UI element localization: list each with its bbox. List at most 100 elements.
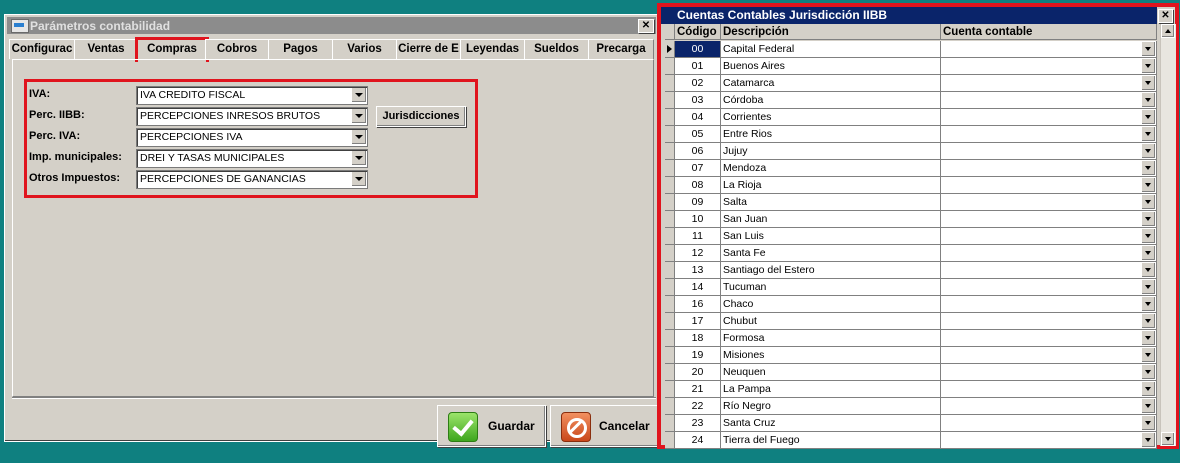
- chevron-down-icon[interactable]: [1141, 297, 1155, 311]
- cell-descripcion[interactable]: Salta: [721, 194, 941, 211]
- table-row[interactable]: 14 Tucuman: [665, 279, 1157, 296]
- cell-descripcion[interactable]: Mendoza: [721, 160, 941, 177]
- perc-iva-select[interactable]: PERCEPCIONES IVA: [136, 128, 368, 147]
- chevron-down-icon[interactable]: [351, 130, 366, 144]
- tab-ventas[interactable]: Ventas: [74, 39, 138, 59]
- cell-cuenta-select[interactable]: [941, 177, 1157, 194]
- cell-cuenta-select[interactable]: [941, 41, 1157, 58]
- cell-descripcion[interactable]: Tierra del Fuego: [721, 432, 941, 449]
- cell-codigo[interactable]: 06: [675, 143, 721, 160]
- cell-descripcion[interactable]: Jujuy: [721, 143, 941, 160]
- cell-cuenta-select[interactable]: [941, 262, 1157, 279]
- chevron-down-icon[interactable]: [1141, 382, 1155, 396]
- cell-codigo[interactable]: 20: [675, 364, 721, 381]
- cell-codigo[interactable]: 08: [675, 177, 721, 194]
- chevron-down-icon[interactable]: [1141, 42, 1155, 56]
- tab-leyendas[interactable]: Leyendas: [460, 39, 525, 59]
- cell-cuenta-select[interactable]: [941, 228, 1157, 245]
- chevron-down-icon[interactable]: [1141, 178, 1155, 192]
- row-selector[interactable]: [665, 109, 675, 126]
- cell-cuenta-select[interactable]: [941, 364, 1157, 381]
- table-row[interactable]: 09 Salta: [665, 194, 1157, 211]
- cell-cuenta-select[interactable]: [941, 330, 1157, 347]
- grid-window-titlebar[interactable]: Cuentas Contables Jurisdicción IIBB: [661, 7, 1157, 24]
- cell-cuenta-select[interactable]: [941, 92, 1157, 109]
- cell-codigo[interactable]: 23: [675, 415, 721, 432]
- chevron-down-icon[interactable]: [1141, 110, 1155, 124]
- cell-cuenta-select[interactable]: [941, 160, 1157, 177]
- cell-codigo[interactable]: 07: [675, 160, 721, 177]
- cell-codigo[interactable]: 22: [675, 398, 721, 415]
- chevron-down-icon[interactable]: [1141, 127, 1155, 141]
- cell-codigo[interactable]: 00: [675, 41, 721, 58]
- cell-descripcion[interactable]: Catamarca: [721, 75, 941, 92]
- cell-descripcion[interactable]: Formosa: [721, 330, 941, 347]
- chevron-down-icon[interactable]: [1141, 280, 1155, 294]
- table-row[interactable]: 08 La Rioja: [665, 177, 1157, 194]
- chevron-down-icon[interactable]: [1141, 93, 1155, 107]
- cell-descripcion[interactable]: Santa Fe: [721, 245, 941, 262]
- tab-pagos[interactable]: Pagos: [268, 39, 333, 59]
- row-selector[interactable]: [665, 228, 675, 245]
- perc-iibb-select[interactable]: PERCEPCIONES INRESOS BRUTOS: [136, 107, 368, 126]
- chevron-down-icon[interactable]: [1141, 212, 1155, 226]
- table-row[interactable]: 16 Chaco: [665, 296, 1157, 313]
- vertical-scrollbar[interactable]: [1160, 24, 1176, 446]
- table-row[interactable]: 23 Santa Cruz: [665, 415, 1157, 432]
- cell-cuenta-select[interactable]: [941, 109, 1157, 126]
- chevron-down-icon[interactable]: [351, 151, 366, 165]
- cell-cuenta-select[interactable]: [941, 415, 1157, 432]
- row-selector[interactable]: [665, 126, 675, 143]
- row-selector[interactable]: [665, 211, 675, 228]
- tab-sueldos[interactable]: Sueldos: [524, 39, 589, 59]
- current-row-indicator-icon[interactable]: [665, 41, 675, 58]
- cell-descripcion[interactable]: San Juan: [721, 211, 941, 228]
- cell-descripcion[interactable]: Neuquen: [721, 364, 941, 381]
- cell-codigo[interactable]: 11: [675, 228, 721, 245]
- chevron-down-icon[interactable]: [351, 109, 366, 123]
- cell-descripcion[interactable]: Córdoba: [721, 92, 941, 109]
- cell-codigo[interactable]: 04: [675, 109, 721, 126]
- dialog-titlebar[interactable]: Parámetros contabilidad ✕: [7, 17, 656, 34]
- row-selector[interactable]: [665, 279, 675, 296]
- cell-descripcion[interactable]: La Pampa: [721, 381, 941, 398]
- chevron-down-icon[interactable]: [1141, 263, 1155, 277]
- chevron-down-icon[interactable]: [1141, 161, 1155, 175]
- column-header-codigo[interactable]: Código: [675, 24, 721, 40]
- cell-codigo[interactable]: 02: [675, 75, 721, 92]
- tab-precarga[interactable]: Precarga: [588, 39, 654, 59]
- row-selector[interactable]: [665, 347, 675, 364]
- scroll-up-icon[interactable]: [1161, 24, 1175, 38]
- cell-descripcion[interactable]: Santiago del Estero: [721, 262, 941, 279]
- chevron-down-icon[interactable]: [1141, 195, 1155, 209]
- cell-descripcion[interactable]: Buenos Aires: [721, 58, 941, 75]
- chevron-down-icon[interactable]: [1141, 314, 1155, 328]
- table-row[interactable]: 19 Misiones: [665, 347, 1157, 364]
- row-selector[interactable]: [665, 364, 675, 381]
- tab-cobros[interactable]: Cobros: [205, 39, 269, 59]
- table-row[interactable]: 17 Chubut: [665, 313, 1157, 330]
- cell-descripcion[interactable]: Chaco: [721, 296, 941, 313]
- cell-cuenta-select[interactable]: [941, 381, 1157, 398]
- row-selector[interactable]: [665, 58, 675, 75]
- cancelar-button[interactable]: Cancelar: [550, 405, 660, 447]
- chevron-down-icon[interactable]: [1141, 59, 1155, 73]
- cell-cuenta-select[interactable]: [941, 245, 1157, 262]
- table-row[interactable]: 11 San Luis: [665, 228, 1157, 245]
- cell-cuenta-select[interactable]: [941, 296, 1157, 313]
- table-row[interactable]: 10 San Juan: [665, 211, 1157, 228]
- cell-descripcion[interactable]: Chubut: [721, 313, 941, 330]
- cell-cuenta-select[interactable]: [941, 313, 1157, 330]
- imp-municipales-select[interactable]: DREI Y TASAS MUNICIPALES: [136, 149, 368, 168]
- chevron-down-icon[interactable]: [1141, 76, 1155, 90]
- cell-codigo[interactable]: 09: [675, 194, 721, 211]
- row-selector[interactable]: [665, 381, 675, 398]
- cell-codigo[interactable]: 14: [675, 279, 721, 296]
- column-header-descripcion[interactable]: Descripción: [721, 24, 941, 40]
- table-row[interactable]: 21 La Pampa: [665, 381, 1157, 398]
- chevron-down-icon[interactable]: [1141, 246, 1155, 260]
- column-header-cuenta[interactable]: Cuenta contable: [941, 24, 1157, 40]
- cell-descripcion[interactable]: Río Negro: [721, 398, 941, 415]
- cell-codigo[interactable]: 01: [675, 58, 721, 75]
- close-icon[interactable]: ✕: [638, 19, 654, 33]
